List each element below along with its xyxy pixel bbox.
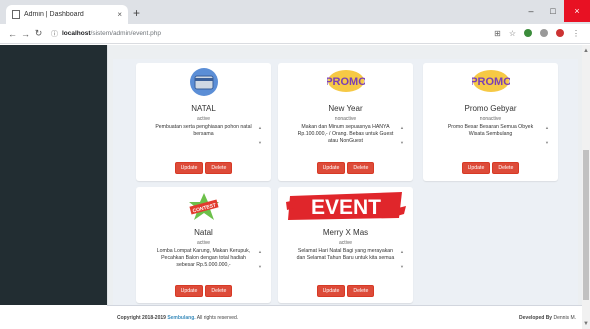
address-path: /sistem/admin/event.php xyxy=(90,30,161,37)
contest-icon: CONTEST xyxy=(188,193,219,220)
browser-tab-strip: Admin | Dashboard × + – □ × xyxy=(0,0,590,24)
developer-name: Dennis M. xyxy=(553,315,576,321)
back-icon[interactable]: ← xyxy=(6,29,19,39)
maximize-button[interactable]: □ xyxy=(542,0,564,22)
address-bar[interactable]: ⓘ localhost /sistem/admin/event.php xyxy=(51,26,494,41)
description-scrollbar[interactable]: ▲ ▼ xyxy=(257,124,263,146)
copyright-suffix: All rights reserved. xyxy=(196,315,239,321)
description-scrollbar[interactable]: ▲ ▼ xyxy=(257,248,263,270)
card-actions: Update Delete xyxy=(278,285,413,297)
event-description[interactable]: Lomba Lompat Karung, Makan Kerupuk, Peca… xyxy=(144,248,263,270)
event-banner: EVENT xyxy=(285,192,406,220)
description-text: Pembuatan serta penghiasan pohon natal b… xyxy=(155,124,252,137)
event-status: active xyxy=(196,116,211,122)
main-content: NATAL active Pembuatan serta penghiasan … xyxy=(107,45,582,305)
copyright: Copyright 2018-2019 Sembulang. All right… xyxy=(117,315,238,321)
extension-icon[interactable] xyxy=(524,29,532,37)
delete-button[interactable]: Delete xyxy=(347,285,375,297)
svg-text:PROMO: PROMO xyxy=(472,76,510,88)
copyright-link[interactable]: Sembulang. xyxy=(167,315,195,321)
description-text: Selamat Hari Natal Bagi yang merayakan d… xyxy=(296,248,395,261)
event-title: Promo Gebyar xyxy=(464,104,517,113)
delete-button[interactable]: Delete xyxy=(347,162,375,174)
event-status: nonactive xyxy=(334,116,357,122)
page-icon xyxy=(12,10,20,19)
window-controls: – □ × xyxy=(520,0,590,22)
event-title: Natal xyxy=(194,228,213,237)
description-text: Lomba Lompat Karung, Makan Kerupuk, Peca… xyxy=(156,248,251,268)
event-description[interactable]: Promo Besar Besaran Semua Obyek Wisata S… xyxy=(431,124,550,146)
bookmark-star-icon[interactable]: ☆ xyxy=(509,29,516,38)
copyright-prefix: Copyright 2018-2019 xyxy=(117,315,166,321)
info-icon[interactable]: ⓘ xyxy=(51,29,58,39)
developed-by-label: Developed By xyxy=(519,315,553,321)
footer-left-space xyxy=(0,305,107,329)
event-description[interactable]: Selamat Hari Natal Bagi yang merayakan d… xyxy=(286,248,405,270)
update-button[interactable]: Update xyxy=(174,162,204,174)
event-description[interactable]: Pembuatan serta penghiasan pohon natal b… xyxy=(144,124,263,146)
description-text: Promo Besar Besaran Semua Obyek Wisata S… xyxy=(447,124,534,137)
promo-icon: PROMO xyxy=(327,70,365,92)
update-button[interactable]: Update xyxy=(316,162,346,174)
card-actions: Update Delete xyxy=(278,162,413,174)
tab-title: Admin | Dashboard xyxy=(24,11,84,18)
update-button[interactable]: Update xyxy=(316,285,346,297)
reload-icon[interactable]: ↻ xyxy=(32,28,45,39)
description-text: Makan dan Minum sepuasnya HANYA Rp.100.0… xyxy=(297,124,394,144)
event-status: active xyxy=(338,240,353,246)
svg-text:EVENT: EVENT xyxy=(310,196,380,219)
promo-icon: PROMO xyxy=(472,70,510,92)
page-scrollbar[interactable]: ▲ ▼ xyxy=(582,45,590,329)
toolbar-actions: ⊞ ☆ ⋮ xyxy=(494,29,580,38)
scroll-down-icon[interactable]: ▼ xyxy=(583,321,589,327)
event-status: nonactive xyxy=(479,116,502,122)
card-actions: Update Delete xyxy=(423,162,558,174)
event-title: Merry X Mas xyxy=(322,228,369,237)
update-button[interactable]: Update xyxy=(461,162,491,174)
address-host: localhost xyxy=(62,30,91,37)
developer-credit: Developed By Dennis M. xyxy=(519,315,576,321)
gift-card-icon xyxy=(189,68,218,96)
event-card: PROMO New Year nonactive Makan dan Minum… xyxy=(278,63,413,181)
scrollbar-thumb[interactable] xyxy=(583,150,589,300)
tab-close-icon[interactable]: × xyxy=(117,10,122,19)
profile-icon[interactable] xyxy=(556,29,564,37)
forward-icon[interactable]: → xyxy=(19,29,32,39)
delete-button[interactable]: Delete xyxy=(205,285,233,297)
event-description[interactable]: Makan dan Minum sepuasnya HANYA Rp.100.0… xyxy=(286,124,405,146)
description-scrollbar[interactable]: ▲ ▼ xyxy=(399,248,405,270)
description-scrollbar[interactable]: ▲ ▼ xyxy=(399,124,405,146)
svg-text:PROMO: PROMO xyxy=(327,76,365,88)
browser-tab[interactable]: Admin | Dashboard × xyxy=(6,5,128,24)
close-window-button[interactable]: × xyxy=(564,0,590,22)
menu-icon[interactable]: ⋮ xyxy=(572,29,580,38)
event-grid: NATAL active Pembuatan serta penghiasan … xyxy=(113,59,578,305)
sidebar xyxy=(0,45,107,305)
delete-button[interactable]: Delete xyxy=(205,162,233,174)
footer: Copyright 2018-2019 Sembulang. All right… xyxy=(107,305,582,329)
scroll-up-icon[interactable]: ▲ xyxy=(583,48,589,54)
delete-button[interactable]: Delete xyxy=(492,162,520,174)
new-tab-button[interactable]: + xyxy=(133,6,140,20)
minimize-button[interactable]: – xyxy=(520,0,542,22)
page: NATAL active Pembuatan serta penghiasan … xyxy=(0,45,582,329)
description-scrollbar[interactable]: ▲ ▼ xyxy=(544,124,550,146)
event-card: PROMO Promo Gebyar nonactive Promo Besar… xyxy=(423,63,558,181)
event-status: active xyxy=(196,240,211,246)
event-card: EVENT Merry X Mas active Selamat Hari Na… xyxy=(278,187,413,303)
card-actions: Update Delete xyxy=(136,285,271,297)
extension-icon[interactable] xyxy=(540,29,548,37)
event-title: NATAL xyxy=(191,104,216,113)
translate-icon[interactable]: ⊞ xyxy=(494,29,501,38)
update-button[interactable]: Update xyxy=(174,285,204,297)
event-card: CONTEST Natal active Lomba Lompat Karung… xyxy=(136,187,271,303)
event-title: New Year xyxy=(328,104,363,113)
card-actions: Update Delete xyxy=(136,162,271,174)
browser-toolbar: ← → ↻ ⓘ localhost /sistem/admin/event.ph… xyxy=(0,24,590,44)
event-card: NATAL active Pembuatan serta penghiasan … xyxy=(136,63,271,181)
